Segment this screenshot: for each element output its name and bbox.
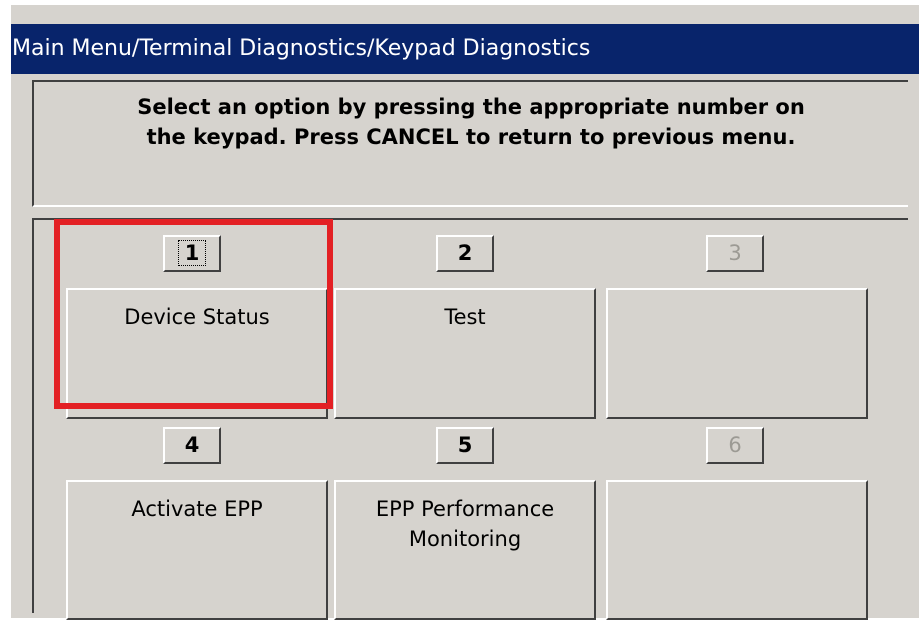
key-5-button[interactable]: 5 — [436, 427, 494, 464]
key-6-button: 6 — [706, 427, 764, 464]
key-2-button[interactable]: 2 — [436, 235, 494, 272]
activate-epp-button[interactable]: Activate EPP — [66, 480, 328, 620]
option-6-button-empty — [606, 480, 868, 620]
epp-performance-monitoring-button[interactable]: EPP Performance Monitoring — [334, 480, 596, 620]
key-5-label: 5 — [457, 433, 473, 457]
key-1-button[interactable]: 1 — [163, 235, 221, 272]
key-3-label: 3 — [728, 241, 742, 265]
title-bar: Main Menu/Terminal Diagnostics/Keypad Di… — [11, 24, 919, 74]
device-status-button[interactable]: Device Status — [66, 288, 328, 419]
window-top-frame — [11, 5, 919, 24]
key-4-label: 4 — [184, 433, 200, 457]
test-button[interactable]: Test — [334, 288, 596, 419]
key-3-button: 3 — [706, 235, 764, 272]
window-title: Main Menu/Terminal Diagnostics/Keypad Di… — [12, 36, 591, 61]
key-4-button[interactable]: 4 — [163, 427, 221, 464]
key-6-label: 6 — [728, 433, 742, 457]
option-3-button-empty — [606, 288, 868, 419]
instruction-panel: Select an option by pressing the appropr… — [32, 80, 908, 207]
key-1-label: 1 — [177, 240, 207, 266]
key-2-label: 2 — [457, 241, 473, 265]
